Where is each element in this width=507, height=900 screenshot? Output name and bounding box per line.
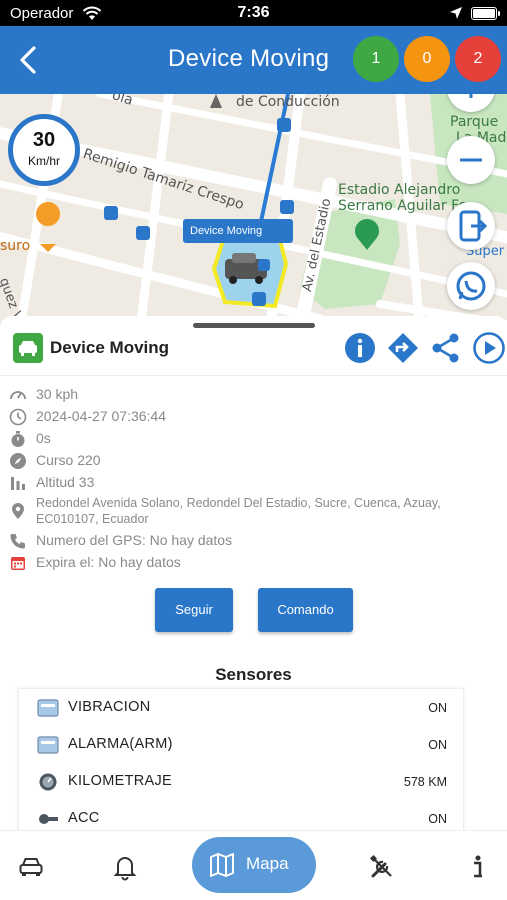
bell-icon[interactable]	[111, 853, 139, 881]
info-gps-number: Numero del GPS: No hay datos	[0, 530, 507, 552]
bottom-nav: Mapa	[0, 830, 507, 900]
map-label-left-poi: suro	[0, 238, 31, 254]
device-info-list: 30 kph 2024-04-27 07:36:44 0s Curso 220 …	[0, 384, 507, 574]
clock-icon	[9, 408, 27, 426]
sensor-value: ON	[428, 738, 447, 752]
map-tab-label: Mapa	[246, 854, 289, 873]
info-address: Redondel Avenida Solano, Redondel Del Es…	[0, 494, 507, 530]
map-icon	[210, 853, 234, 877]
location-pin-icon	[12, 503, 24, 519]
whatsapp-icon	[456, 271, 486, 301]
altitude-icon	[11, 477, 25, 490]
follow-button[interactable]: Seguir	[155, 588, 233, 632]
offline-count-badge[interactable]: 2	[455, 36, 501, 82]
device-header-row: Device Moving	[0, 330, 507, 376]
map-label-park: Parque	[450, 114, 499, 130]
online-count-badge[interactable]: 1	[353, 36, 399, 82]
map-label-road: de Conducción	[236, 94, 340, 110]
phone-icon	[10, 534, 25, 549]
info-altitude: Altitud 33	[0, 472, 507, 494]
sensor-row: VIBRACION ON	[19, 689, 463, 726]
sensor-name: ALARMA(ARM)	[68, 736, 173, 752]
sensors-title: Sensores	[215, 665, 292, 684]
speed-unit: Km/hr	[27, 154, 60, 168]
share-icon[interactable]	[429, 331, 463, 365]
device-name: Device Moving	[50, 338, 170, 357]
car-icon[interactable]	[17, 853, 45, 881]
sensor-value: ON	[428, 701, 447, 715]
command-button[interactable]: Comando	[258, 588, 353, 632]
info-text: Expira el: No hay datos	[36, 554, 181, 570]
sensor-row: ALARMA(ARM) ON	[19, 726, 463, 763]
directions-icon[interactable]	[386, 331, 420, 365]
info-text: Curso 220	[36, 452, 101, 468]
vehicle-tag[interactable]: Device Moving	[183, 219, 293, 243]
sensor-row: KILOMETRAJE 578 KM	[19, 763, 463, 800]
map-view[interactable]: de Conducción ola Remigio Tamariz Crespo…	[0, 94, 507, 330]
info-speed: 30 kph	[0, 384, 507, 406]
speedometer-icon	[10, 391, 26, 400]
info-text: 2024-04-27 07:36:44	[36, 408, 166, 424]
calendar-icon	[11, 557, 25, 570]
info-icon[interactable]	[343, 331, 377, 365]
info-expiry: Expira el: No hay datos	[0, 552, 507, 574]
zoom-in-button[interactable]	[447, 94, 495, 112]
sensor-value: 578 KM	[403, 775, 447, 789]
app-header: Device Moving 1 0 2	[0, 26, 507, 94]
odometer-icon	[39, 773, 57, 791]
info-course: Curso 220	[0, 450, 507, 472]
info-text: Numero del GPS: No hay datos	[36, 532, 233, 548]
sensor-name: KILOMETRAJE	[68, 773, 173, 789]
speed-value: 30	[32, 129, 56, 151]
info-timestamp: 2024-04-27 07:36:44	[0, 406, 507, 428]
sensor-card-icon	[37, 736, 59, 754]
plus-icon	[469, 94, 473, 98]
info-text: 0s	[36, 430, 51, 446]
idle-count-badge[interactable]: 0	[404, 36, 450, 82]
sensor-name: VIBRACION	[68, 699, 151, 715]
page-title: Device Moving	[168, 45, 330, 72]
info-icon[interactable]	[464, 853, 492, 881]
share-device-button[interactable]	[447, 202, 495, 250]
speed-gauge: 30 Km/hr	[8, 114, 80, 186]
tools-icon[interactable]	[368, 853, 396, 881]
battery-icon	[471, 7, 500, 20]
device-detail-sheet: Device Moving 30 kph 2024-04-27 07:36:44…	[0, 316, 507, 838]
map-tab[interactable]: Mapa	[192, 837, 316, 893]
minus-icon	[460, 158, 482, 162]
ignition-key-icon	[39, 814, 58, 824]
whatsapp-button[interactable]	[447, 262, 495, 310]
phone-exit-icon	[459, 210, 488, 242]
sensors-list[interactable]: VIBRACION ON ALARMA(ARM) ON KILOMETRAJE …	[18, 688, 464, 838]
status-bar: Operador 7:36	[0, 0, 507, 26]
clock: 7:36	[237, 4, 270, 21]
play-icon[interactable]	[472, 331, 506, 365]
location-arrow-icon	[450, 7, 462, 19]
sensor-card-icon	[37, 699, 59, 717]
stopwatch-icon	[11, 431, 25, 447]
zoom-out-button[interactable]	[447, 136, 495, 184]
info-duration: 0s	[0, 428, 507, 450]
drag-handle[interactable]	[193, 323, 315, 328]
car-status-icon	[13, 333, 43, 363]
compass-icon	[10, 453, 26, 469]
info-text: 30 kph	[36, 386, 79, 402]
info-text: Altitud 33	[36, 474, 95, 490]
back-arrow-icon[interactable]	[14, 44, 44, 76]
sensor-value: ON	[428, 812, 447, 826]
info-text: Redondel Avenida Solano, Redondel Del Es…	[36, 496, 441, 526]
map-label-stadium: Estadio Alejandro	[338, 182, 461, 198]
sensor-name: ACC	[68, 810, 100, 826]
